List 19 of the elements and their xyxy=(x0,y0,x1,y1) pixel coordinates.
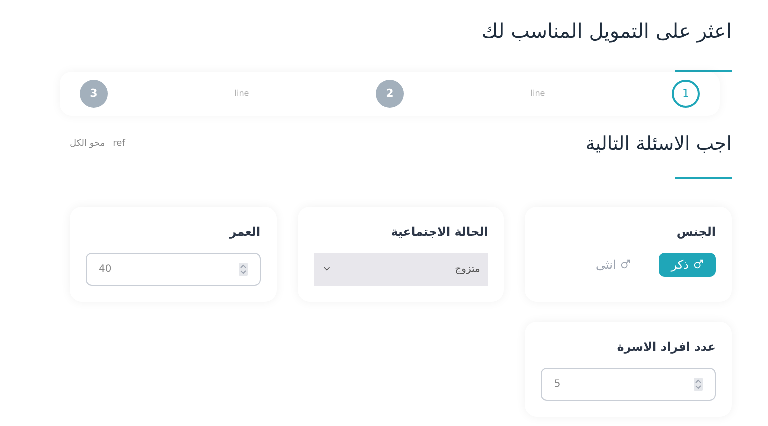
field-label: الجنس xyxy=(676,224,716,240)
spinner-icon[interactable] xyxy=(238,262,248,276)
section-title: اجب الاسئلة التالية xyxy=(586,132,732,157)
number-input[interactable]: 5 xyxy=(541,368,716,400)
spinner-icon[interactable] xyxy=(694,378,703,390)
number-input[interactable]: 40 xyxy=(86,252,261,286)
header-link[interactable]: ref xyxy=(113,138,126,151)
page-title: اعثر على التمويل المناسب لك xyxy=(480,18,732,45)
field-label: الحالة الاجتماعية xyxy=(390,224,488,240)
field-label: العمر xyxy=(228,224,261,240)
step-connector-label: line xyxy=(234,88,250,100)
select-field[interactable]: متزوج xyxy=(314,252,488,286)
gender-option[interactable]: انثى xyxy=(584,252,644,276)
header-link[interactable]: محو الكل xyxy=(70,138,106,151)
gender-option[interactable]: ذكر xyxy=(659,252,716,276)
step-connector-label: line xyxy=(530,88,546,100)
male-symbol-icon xyxy=(620,259,632,270)
field-label: عدد افراد الاسرة xyxy=(616,338,716,356)
male-symbol-icon xyxy=(693,259,704,270)
